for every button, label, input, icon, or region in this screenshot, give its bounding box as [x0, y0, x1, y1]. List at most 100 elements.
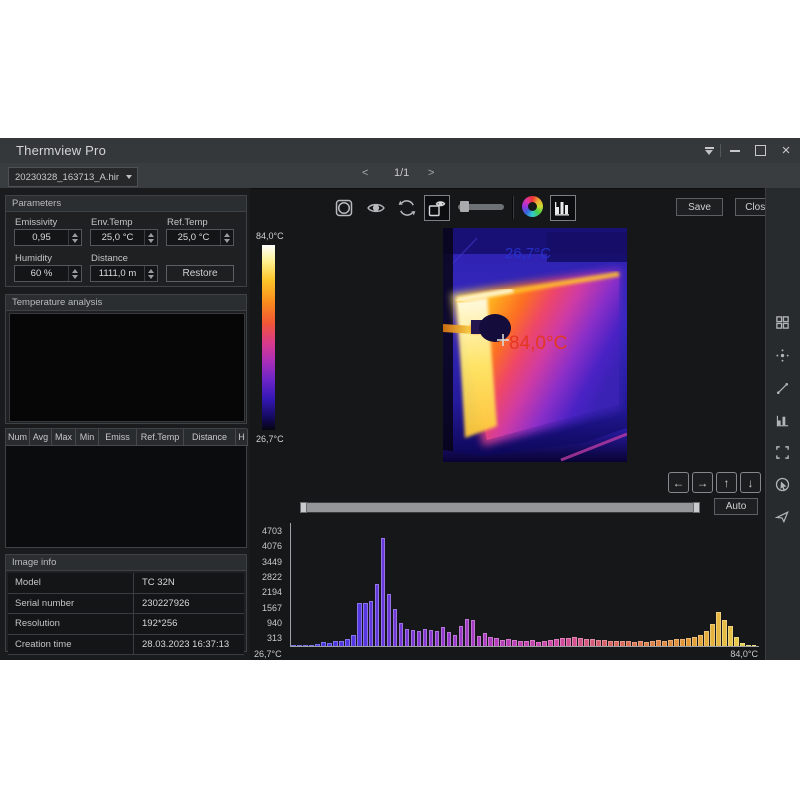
move-down-button[interactable]: ↓: [740, 472, 761, 493]
histogram-bar: [465, 619, 470, 646]
info-label: Resolution: [8, 618, 133, 629]
distance-label: Distance: [91, 253, 128, 264]
minimize-button[interactable]: [726, 143, 744, 158]
app-window: Thermview Pro × 20230328_163713_A.hir < …: [0, 138, 800, 660]
file-dropdown-value: 20230328_163713_A.hir: [9, 172, 126, 183]
analysis-table-body: [6, 446, 246, 547]
analysis-column-distance: Distance: [184, 429, 236, 446]
info-value: 230227926: [134, 598, 244, 609]
spot-tool-icon[interactable]: [774, 347, 791, 364]
env-temp-spinner[interactable]: [144, 230, 157, 245]
histogram-bar: [291, 645, 296, 646]
auto-button[interactable]: Auto: [714, 498, 758, 515]
histogram-bar: [710, 624, 715, 646]
histogram-y-tick: 2822: [262, 572, 282, 582]
pan-cursor-icon[interactable]: [774, 508, 791, 525]
histogram-bar: [656, 640, 661, 646]
restore-button[interactable]: Restore: [166, 265, 234, 282]
collapse-menu-icon[interactable]: [700, 143, 718, 158]
level-slider-right-handle[interactable]: [693, 502, 700, 513]
histogram-y-tick: 3449: [262, 557, 282, 567]
move-right-button[interactable]: →: [692, 472, 713, 493]
histogram-bar: [584, 639, 589, 646]
level-range-slider[interactable]: [300, 502, 700, 513]
fit-selection-icon[interactable]: [334, 198, 354, 218]
rotate-icon[interactable]: [397, 198, 417, 218]
histogram-y-axis: 470340763449282221941567940313: [248, 523, 286, 646]
histogram-tool-icon[interactable]: [774, 412, 791, 429]
histogram-bar: [542, 641, 547, 646]
histogram-y-tick: 4703: [262, 526, 282, 536]
histogram-toggle-icon[interactable]: [550, 195, 576, 221]
histogram-bar: [339, 641, 344, 646]
distance-spinner[interactable]: [144, 266, 157, 281]
histogram-bar: [512, 640, 517, 646]
emissivity-label: Emissivity: [15, 217, 57, 228]
histogram-bar: [411, 630, 416, 646]
line-tool-icon[interactable]: [774, 380, 791, 397]
histogram-bar: [536, 642, 541, 646]
move-left-button[interactable]: ←: [668, 472, 689, 493]
histogram-bar: [363, 603, 368, 646]
min-temp-label: 26,7°C: [505, 245, 551, 262]
histogram-bar: [590, 639, 595, 646]
maximize-button[interactable]: [751, 143, 769, 158]
histogram-bar: [309, 645, 314, 646]
prev-page-button[interactable]: <: [362, 167, 368, 179]
distance-input[interactable]: 1111,0 m: [90, 265, 158, 282]
image-info-header: Image info: [6, 555, 246, 571]
dropdown-arrow-icon: [126, 175, 132, 179]
spot-temp-label: 84,0°C: [509, 333, 567, 354]
toolbar-separator: [512, 196, 514, 219]
select-cursor-icon[interactable]: [774, 476, 791, 493]
histogram-bar: [327, 643, 332, 646]
histogram-bar: [369, 601, 374, 646]
file-dropdown[interactable]: 20230328_163713_A.hir: [8, 167, 138, 187]
ref-temp-input[interactable]: 25,0 °C: [166, 229, 234, 246]
page-indicator: 1/1: [394, 167, 409, 179]
analysis-plot-area[interactable]: [9, 313, 245, 422]
opacity-slider-handle[interactable]: [460, 201, 469, 212]
histogram-bar: [680, 639, 685, 646]
emissivity-input[interactable]: 0,95: [14, 229, 82, 246]
histogram-bar: [692, 637, 697, 646]
histogram-x-max-label: 84,0°C: [700, 649, 758, 659]
info-label: Serial number: [8, 598, 133, 609]
collapse-triangle: [705, 150, 713, 155]
palette-color-wheel-icon[interactable]: [522, 196, 543, 217]
scale-min-label: 26,7°C: [256, 434, 284, 444]
env-temp-input[interactable]: 25,0 °C: [90, 229, 158, 246]
histogram-bar: [315, 644, 320, 646]
histogram-bar: [459, 626, 464, 646]
overlay-visibility-icon[interactable]: [424, 195, 450, 221]
humidity-label: Humidity: [15, 253, 52, 264]
humidity-spinner[interactable]: [68, 266, 81, 281]
thermal-image[interactable]: 26,7°C 84,0°C: [443, 228, 627, 462]
histogram-bar: [554, 639, 559, 646]
histogram-bar: [548, 640, 553, 646]
save-button[interactable]: Save: [676, 198, 723, 216]
close-window-button[interactable]: ×: [777, 143, 795, 158]
histogram-bar: [662, 641, 667, 646]
analysis-column-emiss: Emiss: [99, 429, 137, 446]
grid-layout-icon[interactable]: [774, 314, 791, 331]
analysis-column-h: H: [236, 429, 248, 446]
histogram-bar: [746, 645, 751, 646]
humidity-input[interactable]: 60 %: [14, 265, 82, 282]
fullscreen-fit-icon[interactable]: [774, 444, 791, 461]
next-page-button[interactable]: >: [428, 167, 434, 179]
histogram-bar: [506, 639, 511, 646]
histogram-bar: [321, 642, 326, 646]
ref-temp-spinner[interactable]: [220, 230, 233, 245]
emissivity-spinner[interactable]: [68, 230, 81, 245]
move-up-button[interactable]: ↑: [716, 472, 737, 493]
histogram-bar: [578, 638, 583, 646]
histogram-bar: [686, 638, 691, 646]
histogram-y-tick: 1567: [262, 603, 282, 613]
level-slider-left-handle[interactable]: [300, 502, 307, 513]
env-temp-label: Env.Temp: [91, 217, 133, 228]
histogram-bar: [387, 594, 392, 646]
histogram-bar: [447, 632, 452, 646]
histogram-bar: [483, 633, 488, 646]
visibility-eye-icon[interactable]: [366, 198, 386, 218]
